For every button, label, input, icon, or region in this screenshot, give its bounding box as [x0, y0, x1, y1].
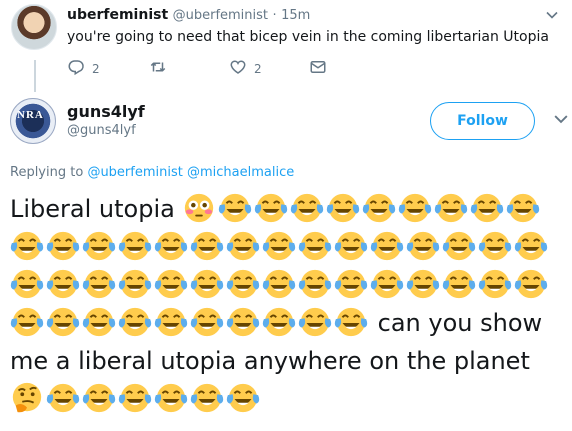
face-with-tears-of-joy-icon	[118, 383, 152, 413]
retweet-button[interactable]	[149, 58, 167, 79]
parent-author-handle[interactable]: @uberfeminist	[173, 8, 268, 23]
face-with-tears-of-joy-icon	[370, 231, 404, 261]
parent-more-chevron-icon[interactable]	[544, 9, 560, 23]
face-with-tears-of-joy-icon	[262, 269, 296, 299]
avatar-logo-text: NRA	[17, 109, 44, 121]
face-with-tears-of-joy-icon	[514, 269, 548, 299]
face-with-tears-of-joy-icon	[46, 383, 80, 413]
face-with-tears-of-joy-icon	[219, 193, 252, 223]
tweet-text-part: Liberal utopia	[10, 195, 183, 223]
face-with-tears-of-joy-icon	[406, 231, 440, 261]
face-with-tears-of-joy-icon	[514, 231, 548, 261]
parent-action-bar: 2 2	[67, 58, 367, 78]
face-with-tears-of-joy-icon	[190, 307, 224, 337]
replying-prefix: Replying to	[10, 165, 84, 180]
face-with-tears-of-joy-icon	[291, 193, 324, 223]
face-with-tears-of-joy-icon	[255, 193, 288, 223]
tweet-text-part: anywhere on the planet	[243, 347, 530, 375]
face-with-tears-of-joy-icon	[118, 231, 152, 261]
face-with-tears-of-joy-icon	[82, 269, 116, 299]
face-with-tears-of-joy-icon	[370, 269, 404, 299]
face-with-tears-of-joy-icon	[471, 193, 504, 223]
direct-message-button[interactable]	[309, 58, 327, 79]
thread-connector	[34, 60, 36, 92]
face-with-tears-of-joy-icon	[190, 383, 224, 413]
flushed-face-icon	[185, 193, 214, 223]
face-with-tears-of-joy-icon	[334, 231, 368, 261]
author-name[interactable]: guns4lyf	[67, 102, 145, 121]
face-with-tears-of-joy-icon	[442, 269, 476, 299]
face-with-tears-of-joy-icon	[226, 231, 260, 261]
face-with-tears-of-joy-icon	[82, 383, 116, 413]
face-with-tears-of-joy-icon	[442, 231, 476, 261]
face-with-tears-of-joy-icon	[190, 269, 224, 299]
face-with-tears-of-joy-icon	[298, 231, 332, 261]
mention-link[interactable]: @michaelmalice	[187, 165, 294, 180]
reply-count: 2	[92, 61, 100, 76]
face-with-tears-of-joy-icon	[399, 193, 432, 223]
envelope-icon	[309, 58, 327, 79]
face-with-tears-of-joy-icon	[327, 193, 360, 223]
face-with-tears-of-joy-icon	[298, 269, 332, 299]
face-with-tears-of-joy-icon	[154, 231, 188, 261]
reply-button[interactable]: 2	[67, 58, 100, 79]
face-with-tears-of-joy-icon	[334, 269, 368, 299]
face-with-tears-of-joy-icon	[298, 307, 332, 337]
thinking-face-icon	[12, 382, 42, 413]
parent-author-name[interactable]: uberfeminist	[67, 7, 168, 23]
parent-tweet-text: you're going to need that bicep vein in …	[67, 29, 549, 45]
face-with-tears-of-joy-icon	[334, 307, 368, 337]
face-with-tears-of-joy-icon	[82, 307, 116, 337]
face-with-tears-of-joy-icon	[118, 307, 152, 337]
retweet-icon	[149, 58, 167, 79]
face-with-tears-of-joy-icon	[190, 231, 224, 261]
face-with-tears-of-joy-icon	[226, 307, 260, 337]
face-with-tears-of-joy-icon	[507, 193, 540, 223]
mention-link[interactable]: @uberfeminist	[87, 165, 182, 180]
parent-tweet-header: uberfeminist @uberfeminist · 15m	[67, 7, 310, 23]
face-with-tears-of-joy-icon	[363, 193, 396, 223]
face-with-tears-of-joy-icon	[10, 269, 44, 299]
face-with-tears-of-joy-icon	[478, 269, 512, 299]
face-with-tears-of-joy-icon	[478, 231, 512, 261]
face-with-tears-of-joy-icon	[226, 269, 260, 299]
author-handle[interactable]: @guns4lyf	[67, 123, 136, 138]
face-with-tears-of-joy-icon	[226, 383, 260, 413]
tweet-text: Liberal utopia can you show me a liberal…	[10, 190, 570, 418]
like-count: 2	[254, 61, 262, 76]
face-with-tears-of-joy-icon	[46, 269, 80, 299]
like-button[interactable]: 2	[229, 58, 262, 79]
face-with-tears-of-joy-icon	[46, 231, 80, 261]
replying-to: Replying to @uberfeminist @michaelmalice	[10, 165, 294, 180]
face-with-tears-of-joy-icon	[82, 231, 116, 261]
face-with-tears-of-joy-icon	[46, 307, 80, 337]
more-chevron-icon[interactable]	[553, 112, 569, 128]
face-with-tears-of-joy-icon	[262, 231, 296, 261]
author-avatar[interactable]: NRA	[10, 98, 56, 144]
follow-button[interactable]: Follow	[430, 102, 535, 140]
face-with-tears-of-joy-icon	[262, 307, 296, 337]
face-with-tears-of-joy-icon	[118, 269, 152, 299]
parent-tweet[interactable]: uberfeminist @uberfeminist · 15m you're …	[0, 0, 572, 92]
face-with-tears-of-joy-icon	[154, 269, 188, 299]
face-with-tears-of-joy-icon	[154, 307, 188, 337]
face-with-tears-of-joy-icon	[10, 307, 44, 337]
face-with-tears-of-joy-icon	[406, 269, 440, 299]
face-with-tears-of-joy-icon	[435, 193, 468, 223]
face-with-tears-of-joy-icon	[154, 383, 188, 413]
time-separator: ·	[272, 8, 277, 23]
heart-icon	[229, 58, 247, 79]
face-with-tears-of-joy-icon	[10, 231, 44, 261]
reply-icon	[67, 58, 85, 79]
parent-timestamp[interactable]: 15m	[281, 8, 310, 23]
parent-avatar[interactable]	[11, 4, 57, 50]
